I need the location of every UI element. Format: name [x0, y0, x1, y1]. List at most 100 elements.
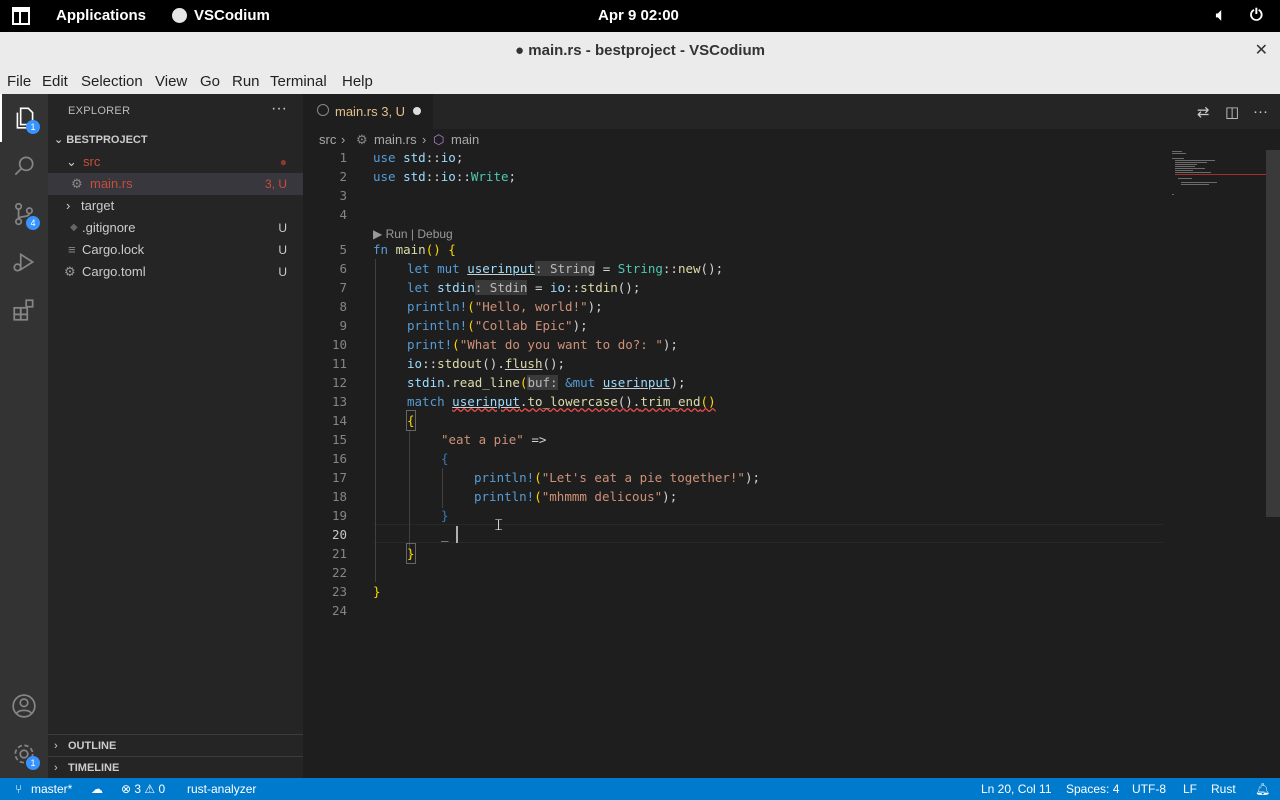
tree-item-label: main.rs — [90, 176, 133, 191]
type-inlay-hint: : String — [534, 261, 596, 276]
param-inlay-hint: buf: — [527, 375, 558, 390]
code-line: stdin.read_line(buf: &mut userinput); — [407, 375, 686, 390]
minimap[interactable] — [1168, 148, 1268, 208]
compare-changes-icon[interactable]: ⇄ — [1197, 103, 1210, 121]
line-number: 15 — [331, 432, 347, 447]
chevron-right-icon: › — [422, 132, 427, 147]
line-number: 16 — [331, 451, 347, 466]
problems-indicator[interactable]: ⊗ 3 ⚠ 0 — [121, 782, 165, 796]
line-number: 17 — [331, 470, 347, 485]
line-number: 6 — [339, 261, 347, 276]
source-control-button[interactable]: 4 — [0, 190, 48, 238]
line-number: 4 — [339, 207, 347, 222]
line-number: 3 — [339, 188, 347, 203]
run-debug-icon — [13, 252, 35, 272]
bell-icon[interactable]: 🔔︎ — [1255, 782, 1270, 796]
more-actions-icon[interactable]: ··· — [271, 100, 287, 118]
applications-menu[interactable]: Applications — [56, 7, 146, 24]
line-number: 2 — [339, 169, 347, 184]
search-button[interactable] — [0, 142, 48, 190]
timeline-label: TIMELINE — [68, 762, 120, 774]
code-line: println!("Let's eat a pie together!"); — [474, 470, 761, 485]
chevron-right-icon: › — [66, 198, 71, 213]
explorer-button[interactable]: 1 — [0, 94, 48, 142]
line-number: 18 — [331, 489, 347, 504]
code-line: println!("Collab Epic"); — [407, 318, 588, 333]
timeline-section[interactable]: › TIMELINE — [48, 756, 303, 778]
vertical-scrollbar[interactable] — [1266, 150, 1280, 517]
branch-icon: ⑂ — [15, 782, 23, 796]
menu-selection[interactable]: Selection — [81, 73, 143, 90]
current-line-highlight — [373, 524, 1163, 543]
menu-view[interactable]: View — [155, 73, 187, 90]
tree-item-src[interactable]: ⌄ src ● — [48, 151, 303, 173]
tree-item-target[interactable]: › target — [48, 195, 303, 217]
rust-file-icon: ⚙ — [71, 176, 83, 191]
unsaved-dot-icon[interactable] — [413, 107, 421, 115]
line-number: 20 — [331, 527, 347, 542]
line-number: 19 — [331, 508, 347, 523]
explorer-header: EXPLORER — [68, 105, 131, 117]
minimap-line — [1175, 174, 1267, 175]
indent-guide — [375, 259, 376, 582]
active-app-label[interactable]: VSCodium — [194, 7, 270, 24]
line-number: 11 — [331, 356, 347, 371]
clock[interactable]: Apr 9 02:00 — [598, 7, 679, 24]
chevron-down-icon: ⌄ — [66, 154, 77, 169]
code-line: fn main() { — [373, 242, 456, 257]
menu-file[interactable]: File — [7, 73, 31, 90]
manage-button[interactable]: 1 — [0, 730, 48, 778]
applications-icon[interactable] — [11, 6, 31, 26]
extensions-icon — [13, 299, 34, 321]
menu-go[interactable]: Go — [200, 73, 220, 90]
outline-section[interactable]: › OUTLINE — [48, 734, 303, 756]
language-mode[interactable]: Rust — [1211, 782, 1236, 796]
line-number: 23 — [331, 584, 347, 599]
close-window-button[interactable]: ✕ — [1255, 40, 1268, 60]
menu-edit[interactable]: Edit — [42, 73, 68, 90]
menu-help[interactable]: Help — [342, 73, 373, 90]
tree-item-label: src — [83, 154, 101, 169]
speaker-icon[interactable]: 🔈︎ — [1216, 7, 1226, 25]
end-of-line[interactable]: LF — [1183, 782, 1197, 796]
cursor-position[interactable]: Ln 20, Col 11 — [981, 782, 1052, 796]
minimap-line — [1175, 170, 1193, 171]
code-line: "eat a pie" => — [441, 432, 547, 447]
file-status: 3, U — [264, 177, 287, 191]
code-line: let mut userinput: String = String::new(… — [407, 261, 724, 276]
activity-bar: 1 4 1 — [0, 94, 48, 778]
menu-bar: File Edit Selection View Go Run Terminal… — [0, 68, 1280, 94]
menu-run[interactable]: Run — [232, 73, 260, 90]
chevron-right-icon: › — [341, 132, 346, 147]
vscodium-icon — [172, 8, 187, 23]
more-actions-icon[interactable]: ··· — [1253, 103, 1268, 120]
run-debug-codelens[interactable]: ▶ Run | Debug — [373, 227, 453, 241]
git-branch[interactable]: master* — [31, 782, 72, 796]
tree-item-gitignore[interactable]: ◆ .gitignore U — [48, 217, 303, 239]
tab-main-rs[interactable]: main.rs 3, U — [303, 94, 433, 129]
breadcrumb-file[interactable]: main.rs — [374, 132, 417, 147]
power-icon[interactable]: ⏻ — [1250, 7, 1263, 25]
project-folder-header[interactable]: ⌄ BESTPROJECT — [54, 133, 148, 146]
breadcrumb-symbol[interactable]: main — [451, 132, 479, 147]
tree-item-cargo-toml[interactable]: ⚙ Cargo.toml U — [48, 261, 303, 283]
code-line: println!("mhmmm delicous"); — [474, 489, 678, 504]
sync-icon[interactable]: ☁ — [91, 782, 103, 796]
tree-item-cargo-lock[interactable]: ≡ Cargo.lock U — [48, 239, 303, 261]
accounts-button[interactable] — [0, 682, 48, 730]
chevron-right-icon: › — [54, 740, 58, 752]
indentation[interactable]: Spaces: 4 — [1066, 782, 1119, 796]
minimap-line — [1181, 182, 1217, 183]
language-server[interactable]: rust-analyzer — [187, 782, 256, 796]
run-debug-button[interactable] — [0, 238, 48, 286]
tree-item-main-rs[interactable]: ⚙ main.rs 3, U — [48, 173, 303, 195]
file-encoding[interactable]: UTF-8 — [1132, 782, 1166, 796]
code-editor[interactable]: 1 2 3 4 5 6 7 8 9 10 11 12 13 14 15 16 1… — [303, 148, 1168, 778]
split-editor-icon[interactable]: ◫ — [1225, 103, 1239, 121]
extensions-button[interactable] — [0, 286, 48, 334]
menu-terminal[interactable]: Terminal — [270, 73, 327, 90]
system-top-bar: Applications VSCodium Apr 9 02:00 🔈︎ ⏻ — [0, 0, 1280, 32]
code-line: } — [441, 508, 449, 523]
indent-guide — [409, 430, 410, 560]
breadcrumb-folder[interactable]: src — [319, 132, 336, 147]
